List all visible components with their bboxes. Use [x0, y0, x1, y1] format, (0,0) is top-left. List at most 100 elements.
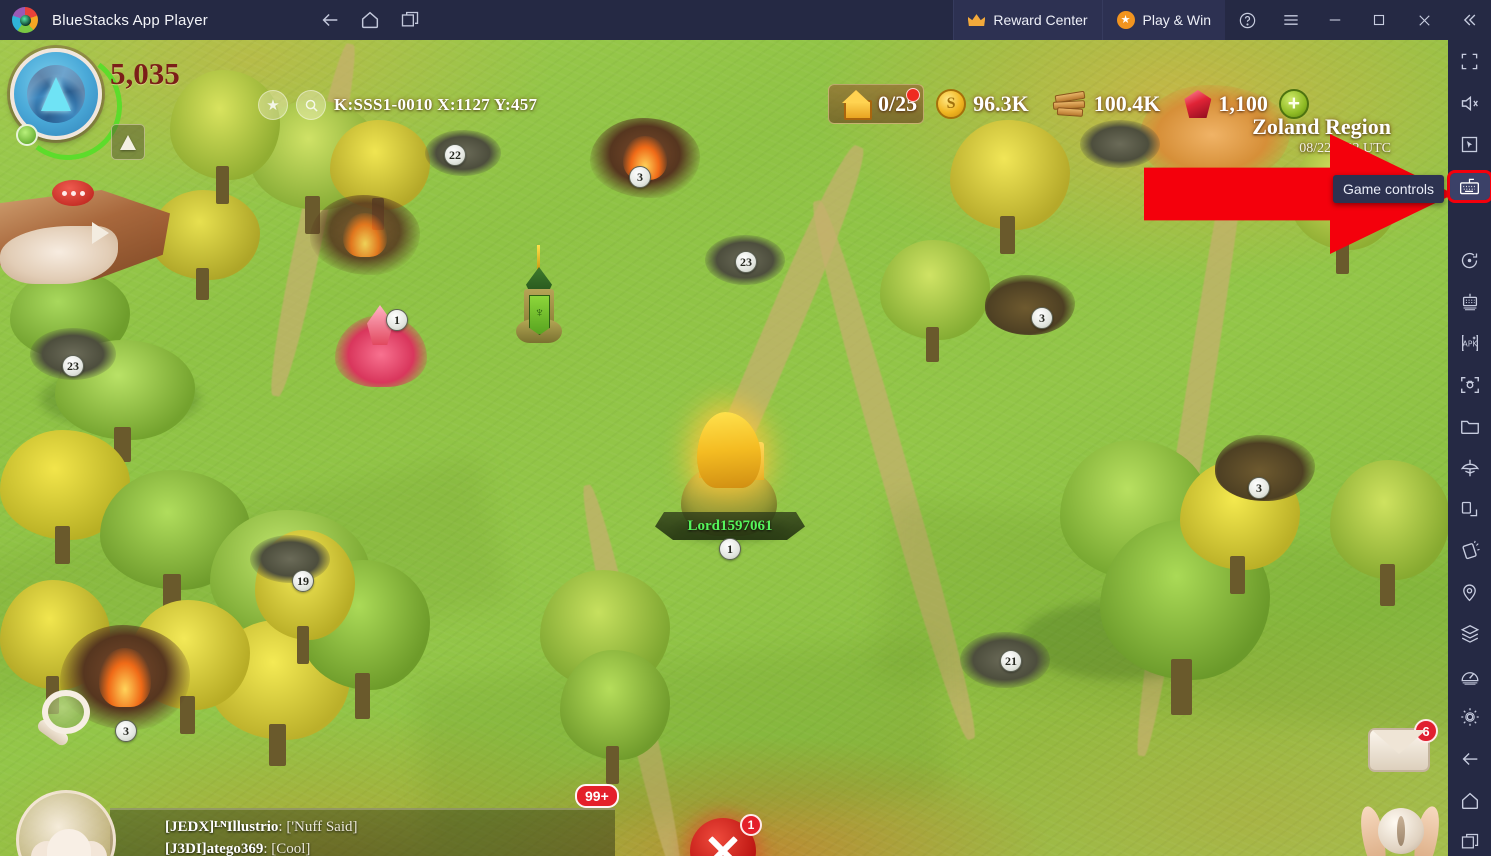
shake-icon[interactable] [1450, 537, 1490, 565]
tower-banner [529, 295, 550, 335]
back-icon[interactable] [310, 0, 350, 40]
march-slot-icon[interactable] [111, 124, 145, 160]
burning-ruin[interactable] [310, 195, 420, 275]
recents-icon[interactable] [1450, 828, 1490, 856]
castle-keep [697, 412, 761, 488]
back-icon[interactable] [1450, 745, 1490, 773]
wood-value: 100.4K [1093, 91, 1161, 116]
chat-message[interactable]: [J3DI]atego369: [Cool] [165, 838, 605, 856]
performance-icon[interactable] [1450, 662, 1490, 690]
install-apk-icon[interactable]: APK [1450, 329, 1490, 357]
titlebar-nav-group [310, 0, 430, 40]
fullscreen-icon[interactable] [1450, 48, 1490, 76]
cursor-icon[interactable] [1450, 131, 1490, 159]
tree [1330, 460, 1448, 607]
chat-panel[interactable]: [JEDX]ᴸᴺIllustrio: ['Nuff Said] [J3DI]at… [110, 808, 615, 856]
fire-effect [343, 212, 387, 258]
media-manager-icon[interactable] [1450, 413, 1490, 441]
gold-resource[interactable]: S 96.3K [924, 84, 1041, 124]
chat-message[interactable]: [JEDX]ᴸᴺIllustrio: ['Nuff Said] [165, 816, 605, 838]
app-title: BlueStacks App Player [52, 11, 208, 29]
bluestacks-sidebar: APK [1446, 40, 1491, 856]
power-level-orb[interactable] [16, 124, 38, 146]
capacity-alert-dot [906, 88, 921, 102]
settings-icon[interactable] [1450, 704, 1490, 732]
wood-resource[interactable]: 100.4K [1041, 84, 1173, 124]
dot [61, 190, 67, 196]
tree [560, 650, 670, 785]
bluestacks-logo [12, 7, 38, 33]
map-pin[interactable]: 23 [735, 251, 757, 273]
multi-instance-manager-icon[interactable] [1450, 288, 1490, 316]
search-icon[interactable] [296, 90, 326, 120]
ruin[interactable] [985, 275, 1075, 335]
notification-dots[interactable] [52, 180, 94, 206]
help-icon[interactable] [1225, 0, 1269, 40]
multi-instance-icon[interactable] [390, 0, 430, 40]
game-controls-icon[interactable] [1446, 169, 1491, 204]
map-pin[interactable]: 1 [386, 309, 408, 331]
dot [70, 190, 76, 196]
power-value: 5,035 [110, 56, 180, 91]
map-pin[interactable]: 21 [1000, 650, 1022, 672]
chat-unread-badge[interactable]: 99+ [575, 784, 619, 808]
troop-group[interactable] [250, 535, 330, 583]
eco-mode-icon[interactable] [1450, 454, 1490, 482]
tower-spike [537, 245, 540, 271]
minimize-button[interactable] [1313, 0, 1357, 40]
castle-nameplate: Lord1597061 [655, 512, 805, 540]
screenshot-icon[interactable] [1450, 371, 1490, 399]
crossed-swords-icon [704, 832, 742, 856]
map-search-icon[interactable] [30, 690, 110, 762]
main-menu-button[interactable] [1353, 798, 1447, 856]
banner-expand-arrow[interactable] [92, 222, 109, 244]
rotate-icon[interactable] [1450, 246, 1490, 274]
map-pin[interactable]: 23 [62, 355, 84, 377]
battle-badge: 1 [740, 814, 762, 836]
chat-sender: [JEDX]ᴸᴺIllustrio [165, 819, 279, 835]
resize-icon[interactable] [1450, 496, 1490, 524]
gem-icon [1184, 90, 1212, 118]
watchtower[interactable] [514, 245, 564, 345]
home-icon[interactable] [350, 0, 390, 40]
power-hud [7, 45, 129, 167]
mail-unread-badge: 6 [1414, 719, 1438, 743]
titlebar-right-group: Reward Center Play & Win [953, 0, 1491, 40]
macro-icon[interactable] [1450, 621, 1490, 649]
map-pin[interactable]: 3 [1031, 307, 1053, 329]
map-pin[interactable]: 3 [629, 166, 651, 188]
mail-button[interactable]: 6 [1368, 719, 1438, 772]
tree [170, 70, 280, 205]
castle-level-pin[interactable]: 1 [719, 538, 741, 560]
troops-capacity-resource[interactable]: 0/25 [828, 84, 925, 124]
home-icon[interactable] [1450, 787, 1490, 815]
magnifier-lens [42, 690, 90, 734]
chat-text: : [Cool] [263, 841, 311, 856]
location-icon[interactable] [1450, 579, 1490, 607]
map-pin[interactable]: 3 [115, 720, 137, 742]
player-castle[interactable]: Lord1597061 1 [655, 408, 805, 560]
collapse-sidebar-button[interactable] [1447, 0, 1491, 40]
map-pin[interactable]: 19 [292, 570, 314, 592]
hamburger-menu-icon[interactable] [1269, 0, 1313, 40]
tree [950, 120, 1070, 255]
coin-icon: S [936, 89, 967, 119]
castle-owner-name: Lord1597061 [687, 517, 773, 534]
reward-center-button[interactable]: Reward Center [953, 0, 1102, 40]
avatar-glyph [27, 65, 85, 123]
star-icon[interactable]: ★ [258, 90, 288, 120]
map-pin[interactable]: 22 [444, 144, 466, 166]
maximize-button[interactable] [1357, 0, 1401, 40]
chat-text: : ['Nuff Said] [278, 819, 358, 835]
tree [880, 240, 990, 362]
troop-group[interactable] [1080, 120, 1160, 168]
coordinate-strip: ★ K:SSS1-0010 X:1127 Y:457 [258, 90, 537, 120]
svg-text:APK: APK [1462, 340, 1478, 349]
game-viewport[interactable]: Lord1597061 1 22 3 23 1 23 3 3 19 21 3 5,035 ★ K:… [0, 40, 1448, 856]
close-button[interactable] [1401, 0, 1447, 40]
play-and-win-button[interactable]: Play & Win [1101, 0, 1225, 40]
play-win-star-icon [1116, 11, 1135, 29]
map-pin[interactable]: 3 [1248, 477, 1270, 499]
mute-icon[interactable] [1450, 90, 1490, 118]
wood-icon [1052, 90, 1087, 117]
